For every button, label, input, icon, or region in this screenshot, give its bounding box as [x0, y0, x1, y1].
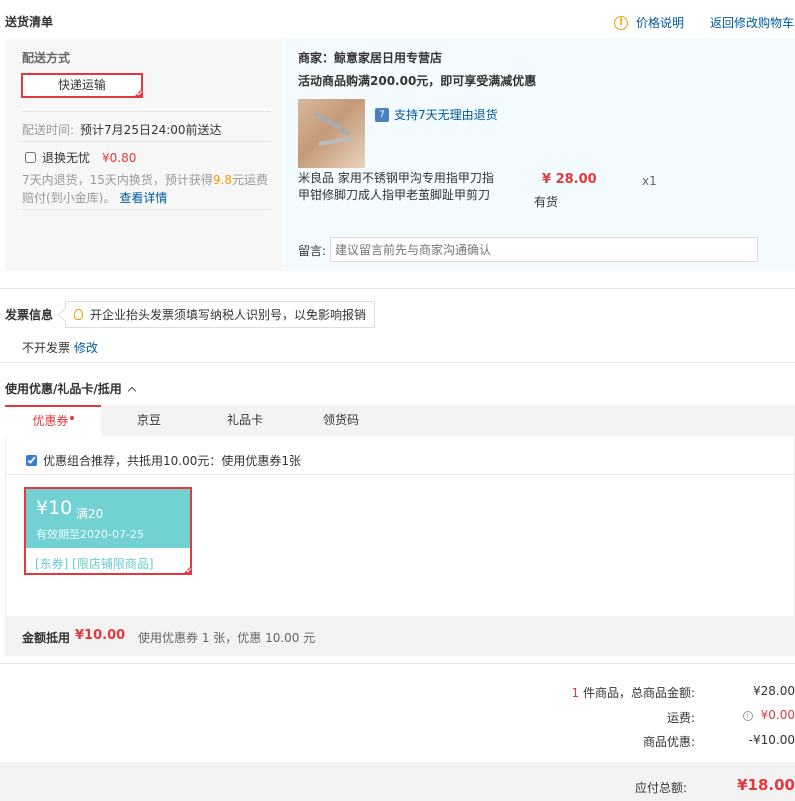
divider	[21, 141, 271, 142]
coupon-section-title: 使用优惠/礼品卡/抵用	[5, 382, 122, 396]
merchant-name: 商家：鲸意家居日用专营店	[298, 51, 443, 65]
price-info-link[interactable]: ! 价格说明	[614, 14, 684, 31]
coupon-tabs: 优惠券 京豆 礼品卡 领货码	[5, 405, 795, 436]
product-quantity: x1	[642, 174, 657, 188]
divider	[0, 288, 795, 289]
tab-redeem-code[interactable]: 领货码	[293, 405, 389, 436]
goods-total-label: 1 件商品，总商品金额:	[572, 684, 696, 701]
tab-gift-card[interactable]: 礼品卡	[197, 405, 293, 436]
return-worry-free-label: 退换无忧	[42, 151, 91, 165]
shipping-method-title: 配送方式	[22, 51, 71, 65]
message-label: 留言:	[298, 244, 327, 258]
freight-value: ¥0.00	[760, 708, 795, 722]
delivery-list-header: 送货清单 ! 价格说明 返回修改购物车	[0, 0, 795, 38]
discount-label: 商品优惠:	[642, 735, 695, 749]
message-input[interactable]	[330, 237, 758, 262]
return-worry-free: 退换无忧 ¥0.80	[25, 149, 136, 166]
divider	[0, 362, 795, 363]
combo-text: 优惠组合推荐，共抵用10.00元：使用优惠券1张	[43, 454, 301, 468]
coupon-amount: ¥10	[36, 497, 73, 519]
order-panel: 商家：鲸意家居日用专营店 活动商品购满200.00元，即可享受满减优惠 7 支持…	[282, 38, 795, 271]
return-desc-text: 7天内退货，15天内换货，预计获得	[22, 173, 213, 187]
product-name[interactable]: 米良品 家用不锈钢甲沟专用指甲刀指甲钳修脚刀成人指甲老茧脚趾甲剪刀	[298, 170, 500, 204]
delivery-time-value: 预计7月25日24:00前送达	[80, 123, 222, 137]
invoice-status: 不开发票	[22, 341, 71, 355]
tab-coupons[interactable]: 优惠券	[5, 405, 101, 436]
invoice-edit-link[interactable]: 修改	[74, 341, 98, 355]
payable-bar: 应付总额: ¥18.00	[0, 762, 795, 801]
tab-jingdou[interactable]: 京豆	[101, 405, 197, 436]
shipping-method-label: 快递运输	[57, 78, 106, 92]
delivery-block: 配送方式 快递运输 配送时间: 预计7月25日24:00前送达 退换无忧 ¥0.8…	[5, 38, 795, 271]
coupon-card-top: ¥10 满20 有效期至2020-07-25	[26, 489, 190, 548]
return-description: 7天内退货，15天内换货，预计获得9.8元运费赔付(到小金库)。 查看详情	[22, 171, 272, 207]
section-title: 送货清单	[5, 15, 54, 29]
freight-info-icon[interactable]: !	[742, 710, 753, 721]
return-support: 7 支持7天无理由退货	[375, 106, 498, 123]
coupon-card[interactable]: ¥10 满20 有效期至2020-07-25 [东券] [限店铺限商品]	[24, 487, 192, 575]
coupon-expiry: 有效期至2020-07-25	[36, 528, 144, 541]
coupon-summary-label: 金额抵用	[22, 631, 71, 645]
price-info-label: 价格说明	[636, 16, 685, 30]
info-icon: !	[614, 15, 628, 30]
coupon-summary-desc: 使用优惠券 1 张，优惠 10.00 元	[138, 631, 316, 645]
freight-value-wrap: ! ¥0.00	[742, 708, 795, 722]
chevron-up-icon	[127, 386, 137, 395]
shipping-panel: 配送方式 快递运输 配送时间: 预计7月25日24:00前送达 退换无忧 ¥0.8…	[5, 38, 282, 271]
divider	[21, 209, 271, 210]
coupon-panel: 优惠组合推荐，共抵用10.00元：使用优惠券1张 ¥10 满20 有效期至202…	[5, 436, 795, 616]
selected-check-icon	[133, 88, 143, 98]
view-details-link[interactable]: 查看详情	[119, 191, 167, 205]
discount-value: -¥10.00	[748, 733, 795, 747]
selected-check-icon	[182, 565, 192, 575]
coupon-tags: [东券] [限店铺限商品]	[35, 557, 154, 571]
invoice-tip-text: 开企业抬头发票须填写纳税人识别号，以免影响报销	[90, 308, 367, 322]
promotion-text: 活动商品购满200.00元，即可享受满减优惠	[298, 74, 537, 88]
invoice-tip: 开企业抬头发票须填写纳税人识别号，以免影响报销	[65, 301, 376, 328]
delivery-time: 配送时间: 预计7月25日24:00前送达	[22, 121, 222, 138]
invoice-value: 不开发票 修改	[22, 339, 98, 356]
goods-total-value: ¥28.00	[753, 684, 795, 698]
return-worry-free-price: ¥0.80	[102, 150, 137, 165]
goods-count: 1	[571, 686, 580, 700]
seven-day-return-icon: 7	[375, 107, 389, 122]
product-price: ¥ 28.00	[542, 172, 597, 187]
product-image[interactable]	[298, 99, 365, 168]
product-stock: 有货	[534, 195, 559, 209]
lightbulb-icon	[74, 309, 83, 320]
divider	[21, 111, 271, 112]
payable-label: 应付总额:	[634, 781, 687, 795]
delivery-time-label: 配送时间:	[22, 123, 75, 137]
coupon-condition: 满20	[76, 507, 104, 521]
divider	[6, 474, 794, 475]
divider	[0, 663, 795, 664]
back-to-cart-link[interactable]: 返回修改购物车	[710, 14, 794, 31]
shipping-method-option[interactable]: 快递运输	[21, 73, 143, 98]
return-desc-amount: 9.8	[212, 173, 232, 187]
return-support-label: 支持7天无理由退货	[394, 108, 498, 122]
payable-amount: ¥18.00	[737, 776, 795, 794]
return-worry-free-checkbox[interactable]	[25, 152, 36, 163]
goods-count-suffix: 件商品，总商品金额:	[579, 686, 695, 700]
tab-coupons-label: 优惠券	[32, 414, 69, 428]
combo-recommendation: 优惠组合推荐，共抵用10.00元：使用优惠券1张	[26, 452, 301, 469]
invoice-title: 发票信息	[5, 308, 54, 322]
new-dot-icon	[69, 416, 74, 420]
coupon-section-toggle[interactable]: 使用优惠/礼品卡/抵用	[5, 380, 137, 397]
freight-label: 运费:	[666, 711, 695, 725]
combo-checkbox[interactable]	[26, 455, 37, 466]
coupon-summary-amount: ¥10.00	[75, 628, 126, 643]
coupon-summary: 金额抵用 ¥10.00 使用优惠券 1 张，优惠 10.00 元	[5, 616, 795, 656]
